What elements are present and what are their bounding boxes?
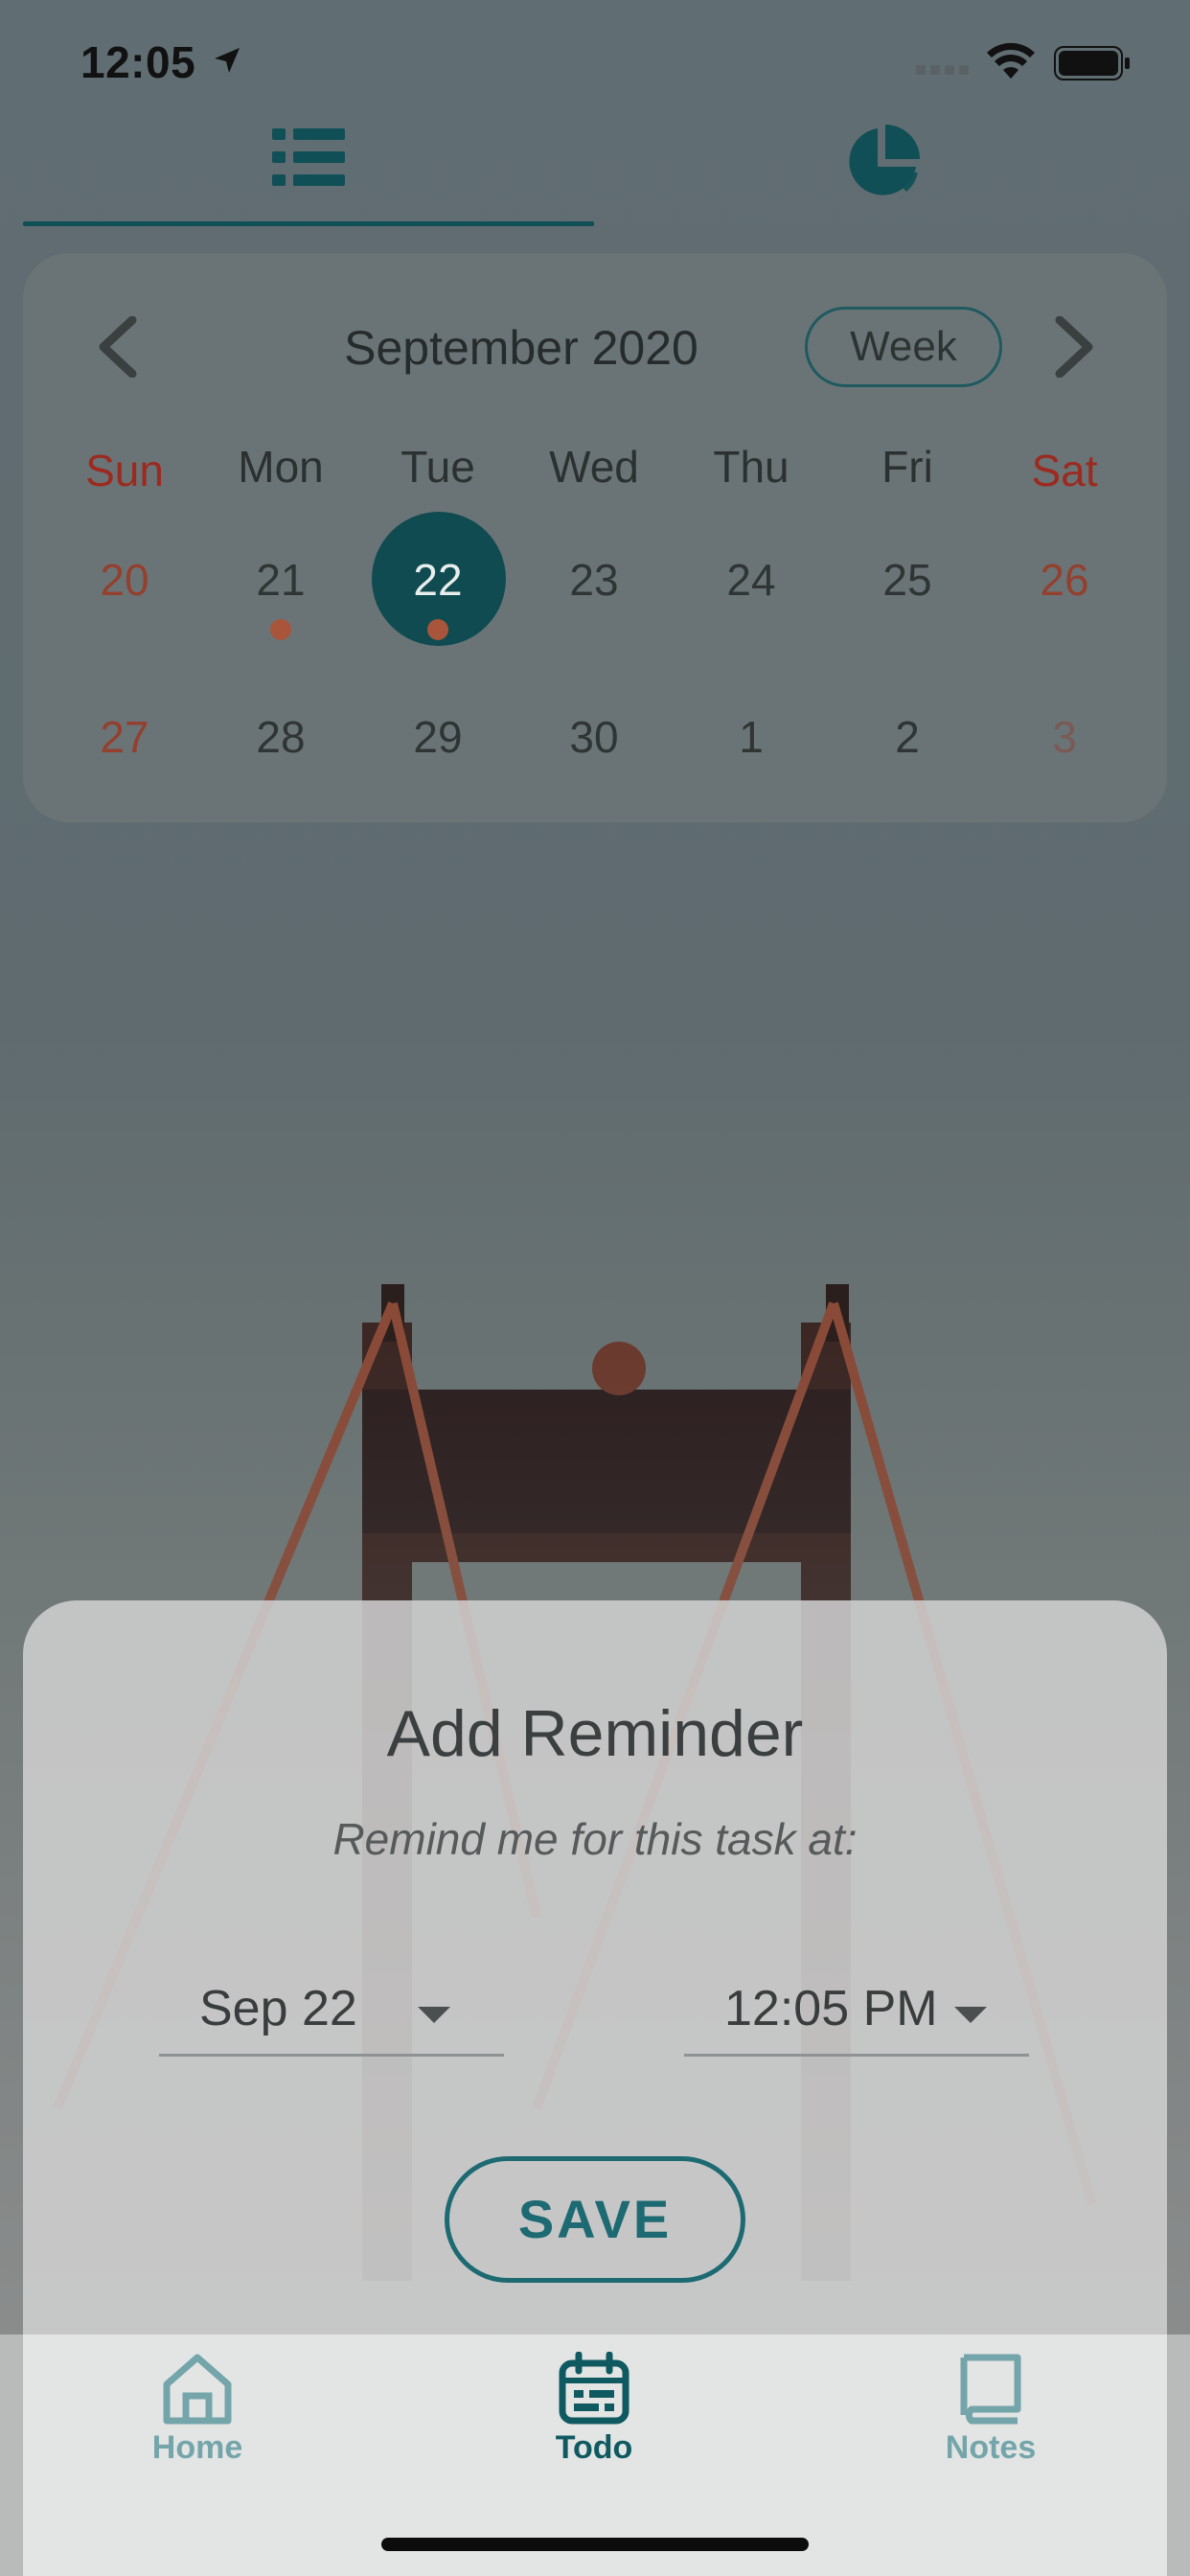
caret-down-icon xyxy=(954,2007,987,2023)
calendar-day[interactable]: 23 xyxy=(527,554,661,606)
home-indicator xyxy=(381,2538,809,2551)
cellular-signal-icon xyxy=(916,65,969,75)
time-value: 12:05 PM xyxy=(724,1981,938,2036)
calendar-day[interactable]: 24 xyxy=(684,554,818,606)
weekday-header: Thu xyxy=(713,442,790,492)
calendar-day[interactable]: 20 xyxy=(57,554,192,606)
calendar-month-title: September 2020 xyxy=(344,321,698,375)
nav-label-home: Home xyxy=(151,2429,243,2466)
chevron-left-icon[interactable] xyxy=(96,316,138,378)
nav-item-notes[interactable]: Notes xyxy=(895,2352,1087,2467)
tab-statistics[interactable] xyxy=(843,123,922,206)
calendar-day[interactable]: 3 xyxy=(997,711,1132,763)
calendar-day[interactable]: 27 xyxy=(57,711,192,763)
weekday-header: Sat xyxy=(1031,446,1098,495)
weekday-header: Wed xyxy=(549,442,639,492)
event-marker-dot xyxy=(427,619,448,640)
event-marker-dot xyxy=(270,619,291,640)
nav-label-notes: Notes xyxy=(945,2429,1037,2466)
calendar-day[interactable]: 26 xyxy=(997,554,1132,606)
calendar-day[interactable]: 30 xyxy=(527,711,661,763)
active-tab-indicator xyxy=(23,221,594,226)
status-time: 12:05 xyxy=(80,37,196,87)
calendar-day[interactable]: 28 xyxy=(214,711,348,763)
wifi-icon xyxy=(987,42,1035,79)
chevron-right-icon[interactable] xyxy=(1054,316,1096,378)
top-tab-bar xyxy=(0,113,1190,228)
caret-down-icon xyxy=(418,2007,450,2023)
calendar-icon xyxy=(559,2351,629,2425)
status-bar: 12:05 xyxy=(0,0,1190,125)
calendar-day-selected[interactable]: 22 xyxy=(371,554,505,606)
weekday-header: Fri xyxy=(881,442,933,492)
tab-list-view[interactable] xyxy=(272,126,345,193)
week-format-button[interactable]: Week xyxy=(805,307,1002,387)
sheet-title: Add Reminder xyxy=(386,1697,804,1770)
home-icon xyxy=(163,2354,232,2425)
save-button[interactable]: SAVE xyxy=(445,2156,745,2283)
calendar-card: September 2020 Week Sun Mon Tue Wed Thu … xyxy=(23,253,1167,822)
calendar-day[interactable]: 21 xyxy=(214,554,348,606)
time-dropdown[interactable]: 12:05 PM xyxy=(684,1951,1029,2057)
book-icon xyxy=(960,2354,1021,2425)
date-dropdown[interactable]: Sep 22 xyxy=(159,1951,504,2057)
sheet-subtitle: Remind me for this task at: xyxy=(332,1814,858,1864)
location-arrow-icon xyxy=(215,48,240,73)
pie-chart-icon xyxy=(849,125,920,196)
weekday-header: Sun xyxy=(85,446,164,495)
list-icon xyxy=(272,128,345,186)
battery-icon xyxy=(1054,46,1130,80)
nav-item-todo[interactable]: Todo xyxy=(498,2351,690,2467)
weekday-header: Tue xyxy=(400,442,475,492)
nav-item-home[interactable]: Home xyxy=(102,2352,293,2467)
nav-shadow-right xyxy=(1167,2334,1190,2576)
weekday-header: Mon xyxy=(238,442,324,492)
date-value: Sep 22 xyxy=(199,1981,357,2036)
nav-shadow-left xyxy=(0,2334,23,2576)
calendar-day[interactable]: 25 xyxy=(840,554,974,606)
nav-label-todo: Todo xyxy=(555,2429,633,2466)
calendar-day[interactable]: 29 xyxy=(371,711,505,763)
calendar-day[interactable]: 2 xyxy=(840,711,974,763)
calendar-day[interactable]: 1 xyxy=(684,711,818,763)
